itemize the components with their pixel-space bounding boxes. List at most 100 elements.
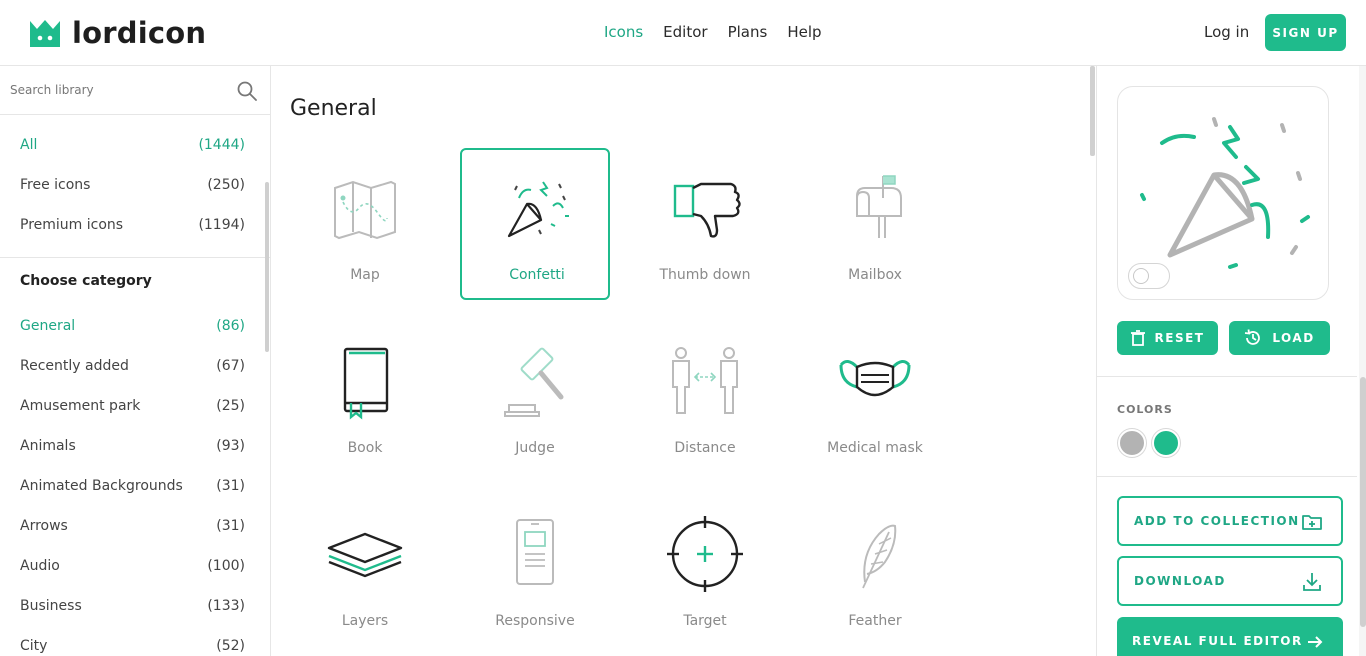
icon-card-confetti[interactable]: Confetti	[460, 148, 610, 300]
signup-button[interactable]: SIGN UP	[1265, 14, 1346, 51]
category-count: (31)	[216, 518, 245, 534]
icon-card-book[interactable]: Book	[290, 321, 440, 473]
category-item-recently-added[interactable]: Recently added (67)	[0, 356, 270, 396]
page-title: General	[290, 96, 377, 121]
scrollbar-thumb[interactable]	[1360, 377, 1366, 627]
category-label: Recently added	[20, 358, 129, 374]
icon-name: Confetti	[509, 267, 565, 283]
icon-card-responsive[interactable]: Responsive	[460, 494, 610, 646]
add-to-collection-label: ADD TO COLLECTION	[1134, 514, 1300, 528]
category-count: (67)	[216, 358, 245, 374]
search-input[interactable]	[0, 66, 230, 114]
category-item-animated-backgrounds[interactable]: Animated Backgrounds (31)	[0, 476, 270, 516]
filter-all[interactable]: All (1444)	[0, 135, 270, 175]
icon-name: Book	[347, 440, 383, 456]
category-item-general[interactable]: General (86)	[0, 316, 270, 356]
category-item-amusement-park[interactable]: Amusement park (25)	[0, 396, 270, 436]
distance-icon	[672, 347, 738, 414]
layers-icon	[327, 532, 403, 578]
icon-card-medical-mask[interactable]: Medical mask	[800, 321, 950, 473]
load-label: LOAD	[1272, 331, 1315, 345]
reveal-full-editor-label: REVEAL FULL EDITOR	[1132, 634, 1303, 648]
feather-icon	[862, 524, 897, 589]
icon-preview	[1117, 86, 1329, 300]
category-item-city[interactable]: City (52)	[0, 636, 270, 656]
responsive-icon	[516, 519, 554, 585]
nav-editor[interactable]: Editor	[663, 23, 707, 41]
category-item-business[interactable]: Business (133)	[0, 596, 270, 636]
icon-name: Layers	[341, 613, 389, 629]
reveal-full-editor-button[interactable]: REVEAL FULL EDITOR	[1117, 617, 1343, 656]
sidebar-scrollbar[interactable]	[265, 182, 269, 352]
icon-card-feather[interactable]: Feather	[800, 494, 950, 646]
color-swatch-green[interactable]	[1152, 429, 1180, 457]
category-count: (25)	[216, 398, 245, 414]
folder-add-icon	[1302, 515, 1322, 530]
category-count: (100)	[207, 558, 245, 574]
target-icon	[667, 516, 743, 592]
medical-mask-icon	[839, 360, 911, 397]
category-label: City	[20, 638, 48, 654]
mailbox-icon	[856, 175, 902, 238]
panel-scrollbar[interactable]	[1359, 66, 1366, 656]
icon-card-mailbox[interactable]: Mailbox	[800, 148, 950, 300]
icon-name: Judge	[515, 440, 555, 456]
arrow-right-icon	[1308, 636, 1323, 648]
icon-name: Feather	[848, 613, 902, 629]
filter-count: (1194)	[198, 217, 245, 233]
category-label: Animated Backgrounds	[20, 478, 183, 494]
icon-gallery: General Map Confetti Thumb down Mailbox …	[271, 66, 1096, 656]
load-button[interactable]: LOAD	[1229, 321, 1330, 355]
icon-card-thumb-down[interactable]: Thumb down	[630, 148, 780, 300]
divider	[1097, 476, 1357, 477]
trash-icon	[1130, 330, 1145, 346]
book-icon	[343, 347, 389, 420]
license-filters: All (1444) Free icons (250) Premium icon…	[0, 115, 270, 258]
divider	[1097, 376, 1357, 377]
category-label: Animals	[20, 438, 76, 454]
category-item-animals[interactable]: Animals (93)	[0, 436, 270, 476]
category-item-audio[interactable]: Audio (100)	[0, 556, 270, 596]
icon-detail-panel: RESET LOAD COLORS ADD TO COLLECTION DOWN…	[1096, 66, 1366, 656]
color-swatch-gray[interactable]	[1118, 429, 1146, 457]
icon-name: Target	[683, 613, 727, 629]
nav-plans[interactable]: Plans	[728, 23, 768, 41]
category-label: General	[20, 318, 76, 334]
download-label: DOWNLOAD	[1134, 574, 1226, 588]
filter-free-icons[interactable]: Free icons (250)	[0, 175, 270, 215]
icon-card-target[interactable]: Target	[630, 494, 780, 646]
gavel-icon	[504, 347, 564, 417]
filter-premium-icons[interactable]: Premium icons (1194)	[0, 215, 270, 255]
gallery-scrollbar[interactable]	[1090, 66, 1095, 156]
download-button[interactable]: DOWNLOAD	[1117, 556, 1343, 606]
nav-help[interactable]: Help	[787, 23, 821, 41]
filter-label: Premium icons	[20, 217, 124, 233]
category-item-arrows[interactable]: Arrows (31)	[0, 516, 270, 556]
crown-logo-icon	[30, 20, 60, 47]
main-nav: Icons Editor Plans Help	[604, 23, 822, 41]
map-icon	[334, 180, 396, 240]
category-label: Arrows	[20, 518, 68, 534]
download-icon	[1303, 573, 1321, 591]
icon-card-layers[interactable]: Layers	[290, 494, 440, 646]
brand-logo[interactable]: lordicon	[28, 16, 206, 50]
icon-card-distance[interactable]: Distance	[630, 321, 780, 473]
category-heading: Choose category	[20, 273, 152, 289]
thumb-down-icon	[673, 182, 741, 238]
confetti-icon	[507, 181, 569, 238]
search-icon[interactable]	[236, 80, 258, 102]
reset-button[interactable]: RESET	[1117, 321, 1218, 355]
add-to-collection-button[interactable]: ADD TO COLLECTION	[1117, 496, 1343, 546]
icon-card-judge[interactable]: Judge	[460, 321, 610, 473]
nav-icons[interactable]: Icons	[604, 23, 643, 41]
icon-name: Responsive	[495, 613, 575, 629]
animation-toggle[interactable]	[1128, 263, 1170, 289]
category-count: (93)	[216, 438, 245, 454]
icon-name: Mailbox	[848, 267, 902, 283]
filter-label: All	[20, 137, 38, 153]
toggle-knob	[1133, 268, 1149, 284]
icon-card-map[interactable]: Map	[290, 148, 440, 300]
icon-name: Medical mask	[827, 440, 923, 456]
login-link[interactable]: Log in	[1204, 23, 1249, 41]
filter-count: (250)	[207, 177, 245, 193]
